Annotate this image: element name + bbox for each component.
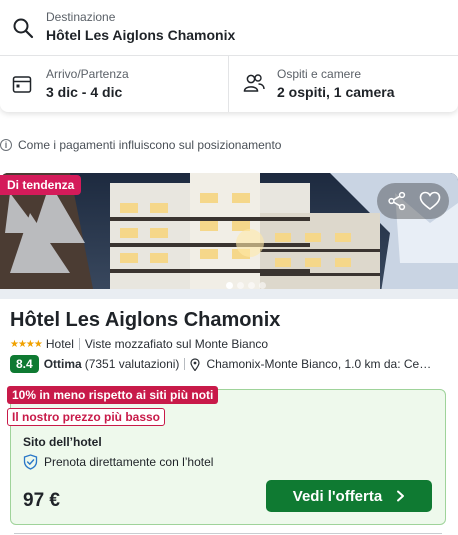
hotel-meta: ★★★★ Hotel Viste mozzafiato sul Monte Bi… [10, 336, 268, 352]
pagination-dot[interactable] [248, 282, 255, 289]
divider [184, 358, 186, 370]
deal-site: Sito dell’hotel [23, 435, 102, 449]
pin-icon [190, 357, 201, 371]
deal-price: 97 € [23, 490, 60, 511]
guests-value: 2 ospiti, 1 camera [277, 84, 395, 100]
hotel-type: Hotel [45, 337, 74, 351]
search-card: Destinazione Hôtel Les Aiglons Chamonix … [0, 0, 458, 112]
info-icon: i [0, 139, 12, 151]
search-icon [13, 18, 34, 39]
hotel-name[interactable]: Hôtel Les Aiglons Chamonix [10, 309, 280, 332]
view-offer-button[interactable]: Vedi l'offerta [266, 480, 432, 512]
guests-label: Ospiti e camere [277, 67, 362, 81]
dates-field[interactable]: Arrivo/Partenza 3 dic - 4 dic [0, 56, 229, 112]
trending-badge: Di tendenza [0, 175, 82, 195]
heart-icon[interactable] [419, 191, 441, 211]
dates-guests-row: Arrivo/Partenza 3 dic - 4 dic Ospiti e c… [0, 56, 458, 112]
pagination-dot[interactable] [237, 282, 244, 289]
image-pagination [226, 282, 266, 290]
chevron-right-icon [397, 490, 405, 502]
calendar-icon [12, 76, 32, 93]
hotel-feature: Viste mozzafiato sul Monte Bianco [84, 337, 269, 351]
divider [78, 338, 80, 350]
lowest-price-badge: Il nostro prezzo più basso [7, 408, 166, 426]
dates-label: Arrivo/Partenza [46, 67, 129, 81]
guests-field[interactable]: Ospiti e camere 2 ospiti, 1 camera [229, 56, 458, 112]
score-label: Ottima [43, 357, 82, 371]
shield-check-icon [23, 454, 38, 470]
star-rating: ★★★★ [10, 338, 43, 350]
hotel-location[interactable]: Chamonix-Monte Bianco, 1.0 km da: Centro [206, 357, 434, 371]
score-badge: 8.4 [10, 355, 39, 373]
people-icon [243, 74, 265, 92]
destination-label: Destinazione [46, 10, 116, 24]
ranking-info-link[interactable]: i Come i pagamenti influiscono sul posiz… [0, 136, 281, 154]
divider [14, 533, 442, 534]
share-icon[interactable] [387, 191, 407, 211]
review-count[interactable]: (7351 valutazioni) [85, 357, 180, 371]
discount-badge: 10% in meno rispetto ai siti più noti [7, 386, 219, 404]
view-offer-label: Vedi l'offerta [292, 487, 383, 505]
rating-row: 8.4 Ottima (7351 valutazioni) Chamonix-M… [10, 355, 434, 373]
image-actions [377, 183, 449, 219]
book-direct-row: Prenota direttamente con l’hotel [23, 454, 213, 470]
destination-field[interactable]: Destinazione Hôtel Les Aiglons Chamonix [0, 0, 458, 56]
pagination-dot[interactable] [226, 282, 233, 289]
book-direct-text: Prenota direttamente con l’hotel [44, 455, 214, 469]
pagination-dot[interactable] [259, 282, 266, 289]
ranking-info-text: Come i pagamenti influiscono sul posizio… [18, 138, 282, 152]
destination-value: Hôtel Les Aiglons Chamonix [46, 27, 236, 43]
dates-value: 3 dic - 4 dic [46, 84, 123, 100]
